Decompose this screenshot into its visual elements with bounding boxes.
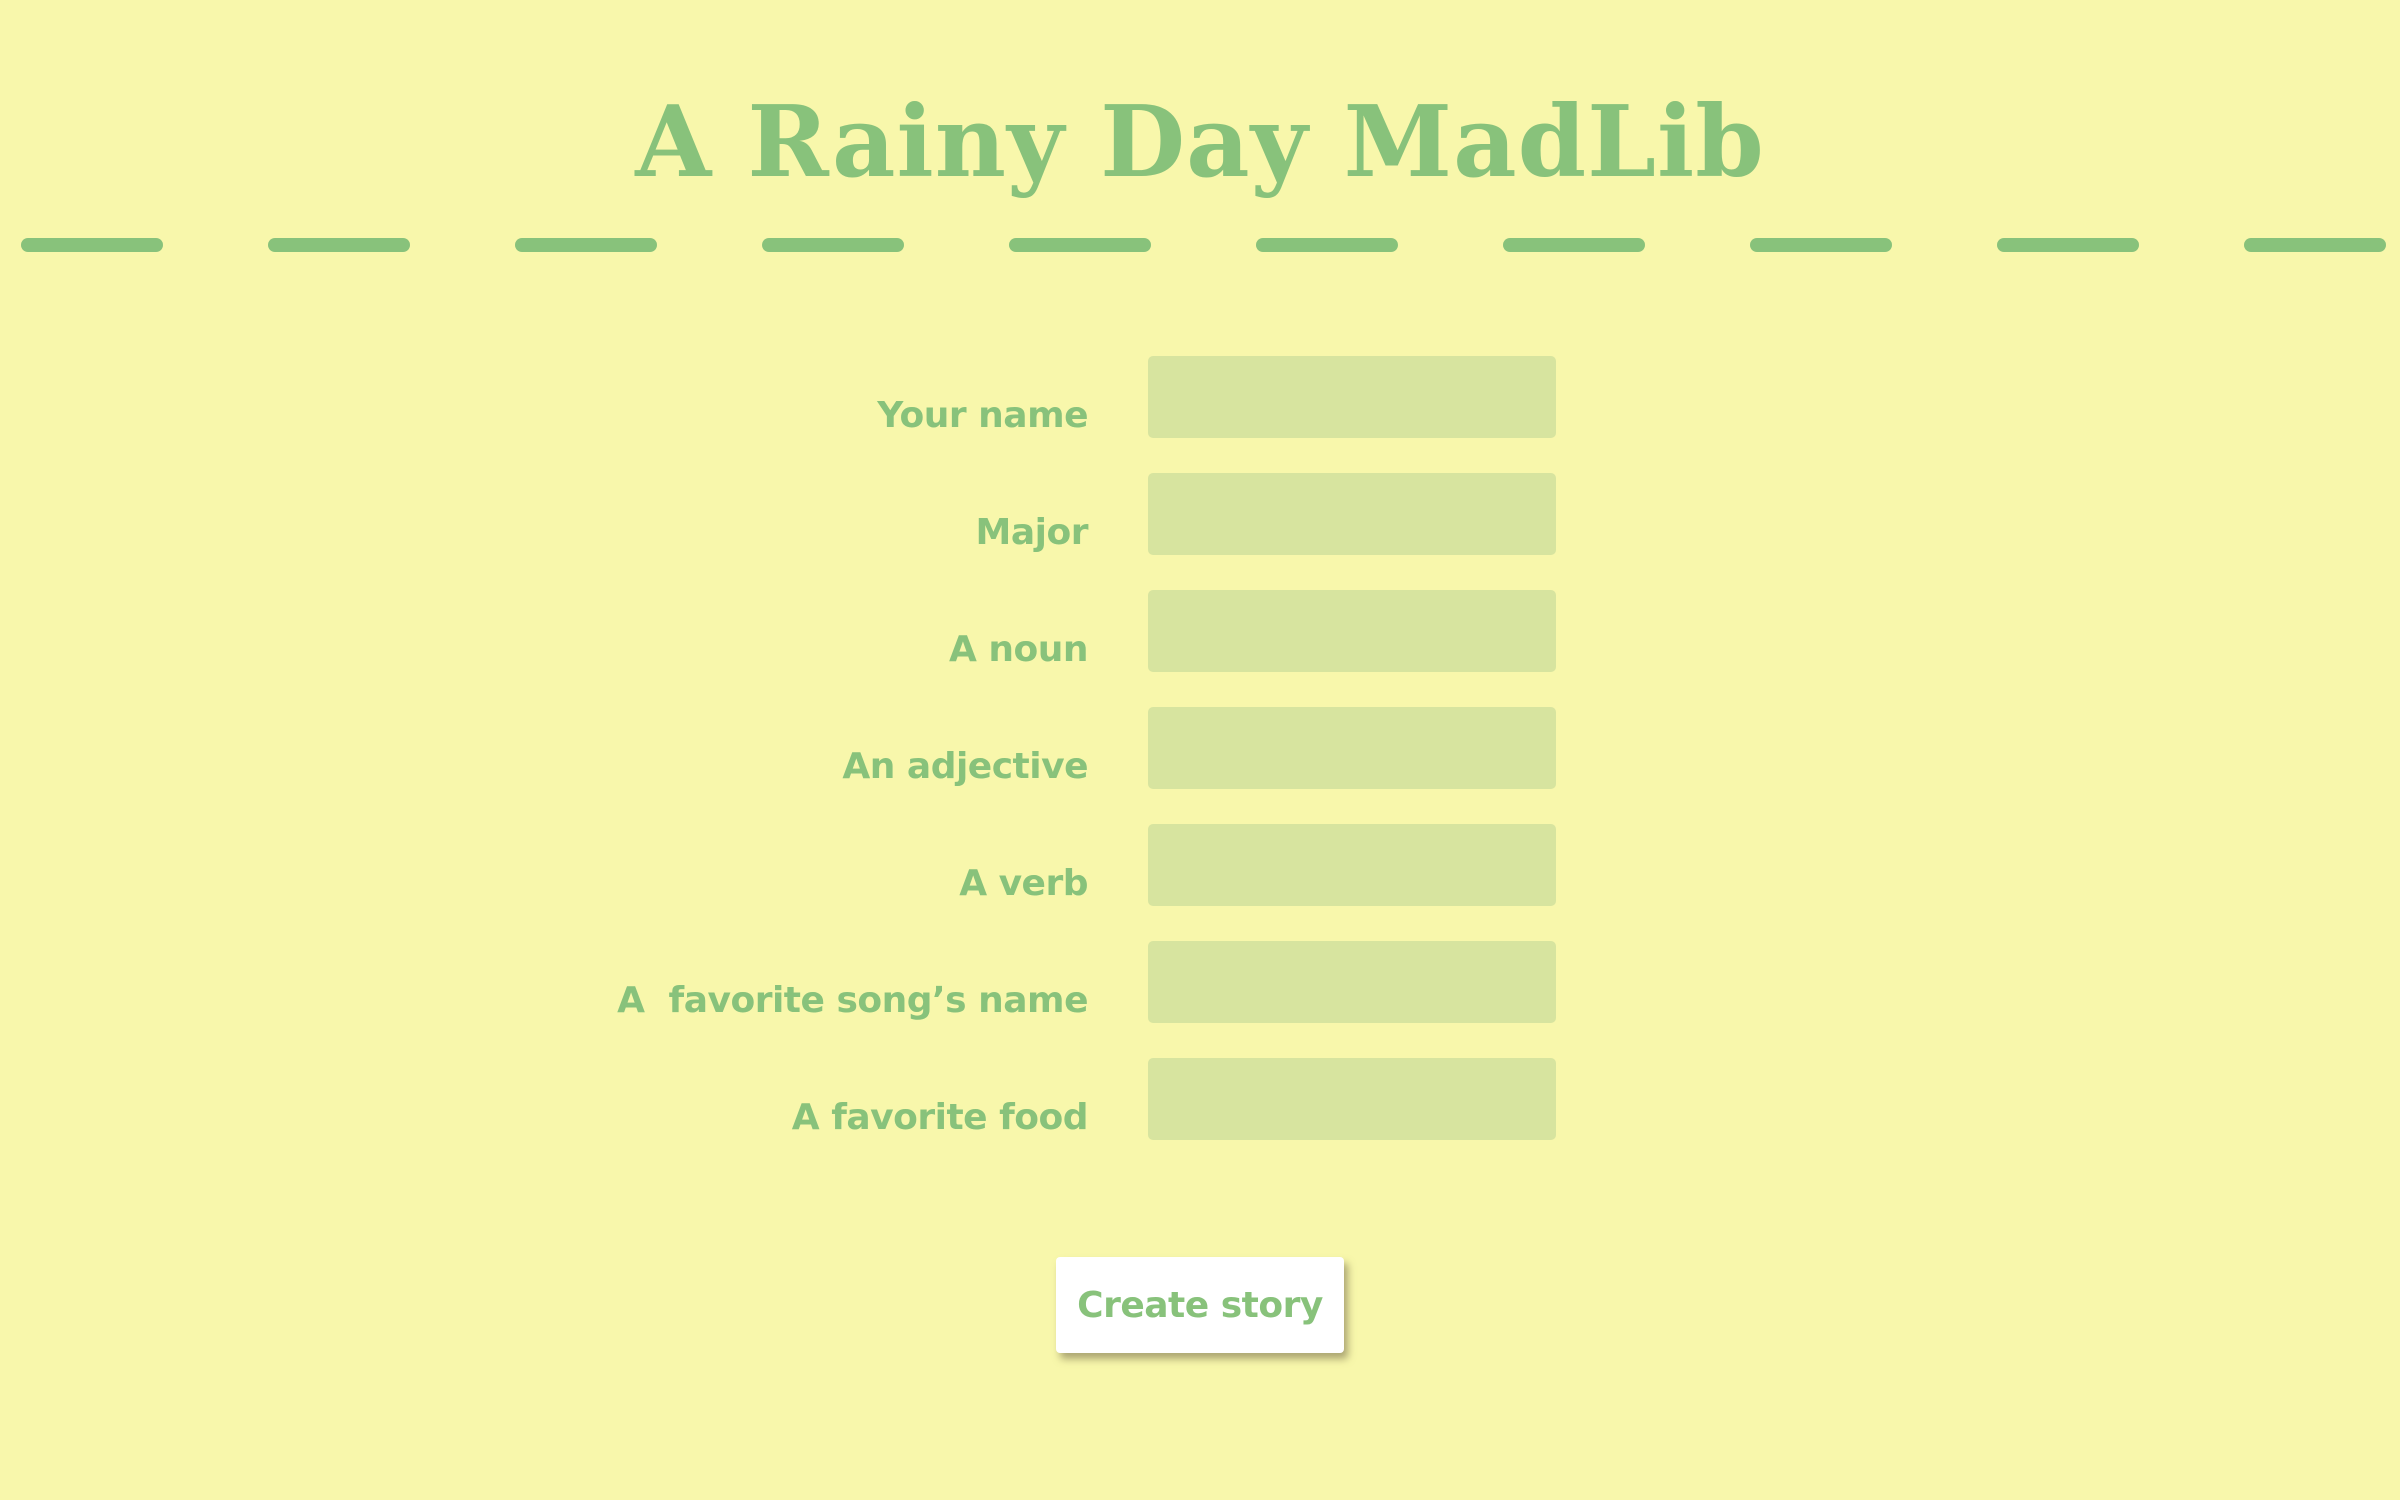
form-row-major: Major <box>0 473 2400 555</box>
divider-dash <box>1750 238 1892 252</box>
favorite-food-label: A favorite food <box>791 1097 1089 1138</box>
create-story-button[interactable]: Create story <box>1056 1257 1344 1353</box>
divider-dash <box>1503 238 1645 252</box>
major-input[interactable] <box>1148 473 1556 555</box>
verb-label: A verb <box>959 863 1088 904</box>
favorite-song-label: A favorite song’s name <box>617 980 1088 1021</box>
favorite-food-input[interactable] <box>1148 1058 1556 1140</box>
your-name-input[interactable] <box>1148 356 1556 438</box>
favorite-song-input[interactable] <box>1148 941 1556 1023</box>
form-row-your-name: Your name <box>0 356 2400 438</box>
divider-dash <box>515 238 657 252</box>
adjective-label: An adjective <box>842 746 1088 787</box>
page-title: A Rainy Day MadLib <box>635 85 1765 200</box>
form-row-favorite-food: A favorite food <box>0 1058 2400 1140</box>
form-row-adjective: An adjective <box>0 707 2400 789</box>
noun-input[interactable] <box>1148 590 1556 672</box>
verb-input[interactable] <box>1148 824 1556 906</box>
form-row-verb: A verb <box>0 824 2400 906</box>
divider-dash <box>1009 238 1151 252</box>
noun-label: A noun <box>948 629 1089 670</box>
divider-dash <box>1997 238 2139 252</box>
major-label: Major <box>975 512 1089 553</box>
form-row-noun: A noun <box>0 590 2400 672</box>
your-name-label: Your name <box>877 395 1088 436</box>
divider-dash <box>1256 238 1398 252</box>
adjective-input[interactable] <box>1148 707 1556 789</box>
form-row-favorite-song: A favorite song’s name <box>0 941 2400 1023</box>
divider-dash <box>2244 238 2386 252</box>
divider-dash <box>21 238 163 252</box>
divider-dash <box>268 238 410 252</box>
divider-dash <box>762 238 904 252</box>
